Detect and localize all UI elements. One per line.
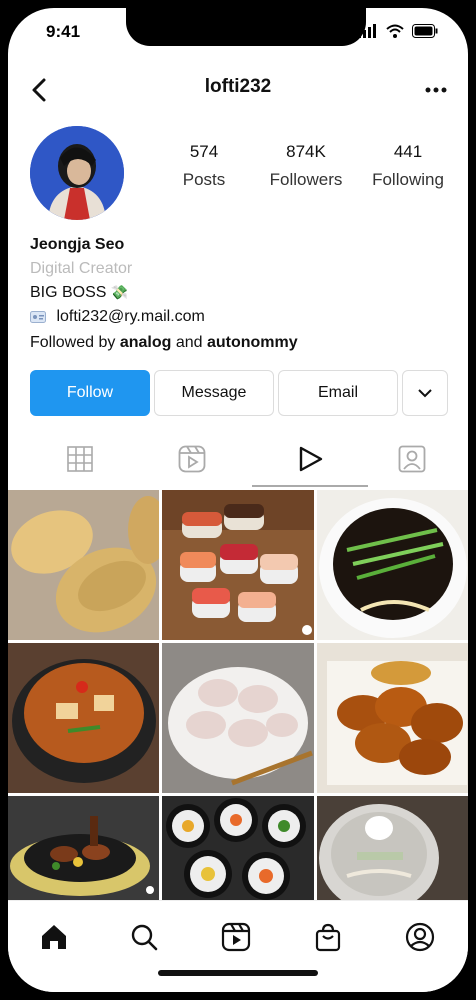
nav-profile[interactable] bbox=[402, 919, 438, 955]
home-indicator bbox=[158, 970, 318, 976]
followed-and: and bbox=[171, 334, 207, 351]
stat-following[interactable]: 441 Following bbox=[360, 142, 456, 190]
id-card-icon bbox=[30, 310, 46, 323]
stat-label: Following bbox=[372, 170, 444, 189]
stat-value: 874K bbox=[286, 142, 326, 161]
signal-icon bbox=[358, 24, 376, 38]
tab-tagged[interactable] bbox=[354, 436, 468, 482]
more-options-icon[interactable] bbox=[422, 76, 450, 104]
email-button[interactable]: Email bbox=[278, 370, 398, 416]
reels-nav-icon bbox=[221, 922, 251, 952]
nav-shop[interactable] bbox=[310, 919, 346, 955]
bio-tagline-row: BIG BOSS 💸 bbox=[30, 284, 450, 302]
stat-followers[interactable]: 874K Followers bbox=[258, 142, 354, 190]
avatar[interactable] bbox=[30, 126, 124, 220]
followed-prefix: Followed by bbox=[30, 334, 120, 351]
grid-icon bbox=[66, 446, 93, 472]
money-wings-icon: 💸 bbox=[110, 284, 129, 300]
reels-icon bbox=[178, 445, 205, 473]
nav-reels[interactable] bbox=[218, 919, 254, 955]
active-tab-indicator bbox=[252, 485, 368, 487]
grid-post-sushi[interactable] bbox=[162, 490, 314, 640]
follow-button[interactable]: Follow bbox=[30, 370, 150, 416]
nav-search[interactable] bbox=[126, 919, 162, 955]
home-icon bbox=[42, 925, 66, 949]
grid-post-black-noodles[interactable] bbox=[317, 490, 468, 640]
status-time: 9:41 bbox=[46, 22, 81, 41]
profile-bio: Jeongja Seo Digital Creator BIG BOSS 💸 l… bbox=[30, 236, 450, 352]
nav-home[interactable] bbox=[36, 919, 72, 955]
grid-post-fish-pastries[interactable] bbox=[8, 490, 159, 640]
battery-icon bbox=[412, 24, 438, 38]
bottom-nav bbox=[8, 900, 468, 992]
stat-value: 574 bbox=[189, 142, 219, 161]
page-title: lofti232 bbox=[204, 76, 272, 97]
search-icon bbox=[131, 924, 158, 951]
followed-user: analog bbox=[119, 334, 172, 351]
grid-post-stew[interactable] bbox=[8, 643, 159, 793]
profile-header: lofti232 bbox=[8, 64, 468, 114]
chevron-down-icon bbox=[418, 389, 432, 398]
tab-reels[interactable] bbox=[134, 436, 249, 482]
grid-post-kimbap[interactable] bbox=[162, 796, 314, 900]
stat-label: Posts bbox=[182, 170, 226, 189]
profile-icon bbox=[405, 922, 435, 952]
bio-email[interactable]: lofti232@ry.mail.com bbox=[56, 308, 204, 325]
tab-videos[interactable] bbox=[252, 436, 367, 482]
profile-actions: Follow Message Email bbox=[30, 370, 448, 416]
grid-post-cold-noodles[interactable] bbox=[317, 796, 468, 900]
bio-email-row: lofti232@ry.mail.com bbox=[30, 308, 450, 326]
message-button[interactable]: Message bbox=[154, 370, 274, 416]
tab-grid[interactable] bbox=[22, 436, 137, 482]
post-grid bbox=[8, 490, 468, 900]
profile-tabs bbox=[8, 436, 468, 486]
category-label: Digital Creator bbox=[30, 260, 133, 277]
suggested-dropdown-button[interactable] bbox=[402, 370, 448, 416]
grid-post-fried-chicken[interactable] bbox=[317, 643, 468, 793]
profile-stats: 574 Posts 874K Followers 441 Following bbox=[156, 142, 456, 190]
grid-post-grilled-meat[interactable] bbox=[8, 796, 159, 900]
stat-value: 441 bbox=[393, 142, 423, 161]
shopping-bag-icon bbox=[315, 923, 341, 952]
bio-tagline: BIG BOSS bbox=[30, 284, 107, 301]
stat-label: Followers bbox=[269, 170, 343, 189]
tagged-icon bbox=[398, 445, 425, 473]
play-icon bbox=[299, 446, 322, 472]
followed-by[interactable]: Followed by analog and autonommy bbox=[30, 334, 450, 352]
stat-posts[interactable]: 574 Posts bbox=[156, 142, 252, 190]
status-icons bbox=[358, 24, 438, 38]
phone-screen: 9:41 lofti232 574 Posts 874K Followers 4 bbox=[8, 8, 468, 992]
wifi-icon bbox=[386, 24, 404, 38]
followed-user: autonommy bbox=[206, 334, 298, 351]
notch bbox=[126, 8, 366, 46]
grid-post-dumplings[interactable] bbox=[162, 643, 314, 793]
display-name: Jeongja Seo bbox=[30, 236, 125, 253]
